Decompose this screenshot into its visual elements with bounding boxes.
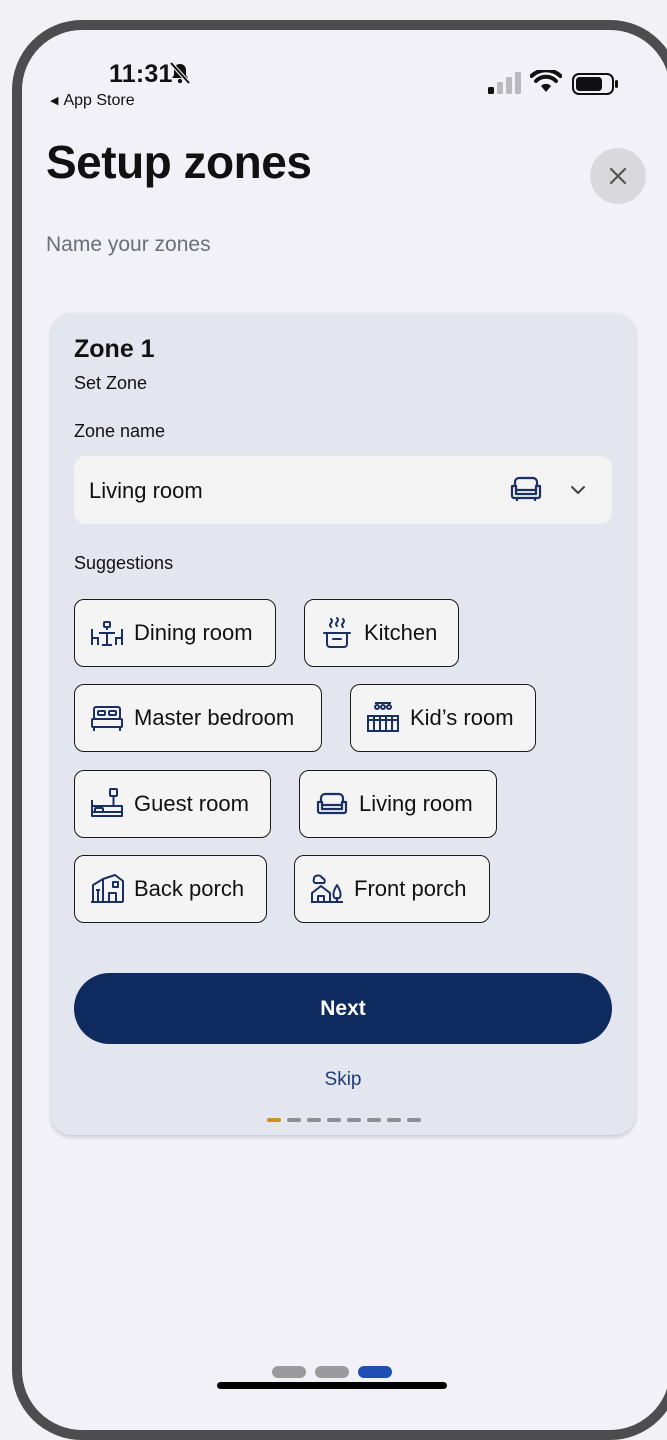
phone-frame: 11:31 ◀ App Store Setup zones Name your … bbox=[12, 20, 667, 1440]
suggestion-chip-label: Back porch bbox=[134, 876, 245, 901]
guest-bed-lamp-icon bbox=[91, 788, 123, 817]
suggestion-chip-label: Living room bbox=[359, 791, 473, 816]
bottom-page-indicator bbox=[272, 1366, 392, 1378]
next-button[interactable]: Next bbox=[74, 973, 612, 1044]
zone-card: Zone 1 Set Zone Zone name Living room Su… bbox=[51, 313, 635, 1135]
pager-dot bbox=[367, 1118, 381, 1122]
pager-dot bbox=[287, 1118, 301, 1122]
cellular-signal-icon bbox=[488, 72, 521, 94]
suggestion-chip-master-bedroom[interactable]: Master bedroom bbox=[74, 684, 322, 752]
status-time: 11:31 bbox=[109, 60, 173, 88]
pager-dot bbox=[407, 1118, 421, 1122]
crib-icon bbox=[367, 702, 399, 732]
suggestion-chip-label: Kid’s room bbox=[410, 705, 514, 730]
suggestion-chip-label: Dining room bbox=[134, 620, 253, 645]
pager-dot bbox=[387, 1118, 401, 1122]
sofa-icon bbox=[510, 476, 542, 501]
dining-table-icon bbox=[91, 621, 123, 646]
suggestion-chip-label: Guest room bbox=[134, 791, 249, 816]
pager-dot bbox=[347, 1118, 361, 1122]
home-indicator[interactable] bbox=[217, 1382, 447, 1389]
zone-name-value: Living room bbox=[89, 478, 203, 503]
zone-name-label: Zone name bbox=[74, 421, 166, 441]
battery-icon bbox=[572, 73, 618, 95]
suggestions-label: Suggestions bbox=[74, 553, 174, 573]
bottom-dot bbox=[315, 1366, 349, 1378]
chevron-down-icon bbox=[571, 486, 585, 494]
page-title: Setup zones bbox=[46, 136, 312, 188]
house-porch-icon bbox=[91, 874, 124, 903]
back-triangle-icon: ◀ bbox=[50, 95, 59, 107]
zone-subtitle: Set Zone bbox=[74, 373, 148, 393]
suggestion-chip-front-porch[interactable]: Front porch bbox=[294, 855, 490, 923]
bottom-dot-active bbox=[358, 1366, 392, 1378]
suggestion-chip-guest-room[interactable]: Guest room bbox=[74, 770, 271, 838]
pager-dot-active bbox=[267, 1118, 281, 1122]
close-icon bbox=[609, 167, 627, 185]
wifi-icon bbox=[530, 70, 562, 92]
status-bar: 11:31 ◀ App Store bbox=[22, 30, 667, 120]
step-pager bbox=[267, 1118, 421, 1122]
suggestion-chip-back-porch[interactable]: Back porch bbox=[74, 855, 267, 923]
skip-link[interactable]: Skip bbox=[51, 1069, 635, 1091]
zone-title: Zone 1 bbox=[74, 335, 155, 363]
sofa-icon bbox=[316, 792, 348, 815]
bottom-dot bbox=[272, 1366, 306, 1378]
suggestion-chip-label: Master bedroom bbox=[134, 705, 295, 730]
pager-dot bbox=[307, 1118, 321, 1122]
back-app-label: App Store bbox=[63, 92, 135, 109]
suggestion-chip-label: Kitchen bbox=[364, 620, 438, 645]
silent-bell-icon bbox=[169, 61, 191, 85]
back-to-app-store-link[interactable]: ◀ App Store bbox=[50, 92, 135, 110]
pager-dot bbox=[327, 1118, 341, 1122]
house-tree-icon bbox=[311, 874, 343, 903]
suggestion-chip-kids-room[interactable]: Kid’s room bbox=[350, 684, 536, 752]
suggestion-chip-kitchen[interactable]: Kitchen bbox=[304, 599, 459, 667]
suggestion-chip-label: Front porch bbox=[354, 876, 467, 901]
close-button[interactable] bbox=[590, 148, 646, 204]
suggestion-chip-dining-room[interactable]: Dining room bbox=[74, 599, 276, 667]
bed-icon bbox=[91, 706, 123, 731]
cooking-pot-icon bbox=[323, 617, 351, 648]
zone-name-select[interactable]: Living room bbox=[74, 456, 612, 524]
page-subtitle: Name your zones bbox=[46, 233, 211, 256]
suggestion-chip-living-room[interactable]: Living room bbox=[299, 770, 497, 838]
